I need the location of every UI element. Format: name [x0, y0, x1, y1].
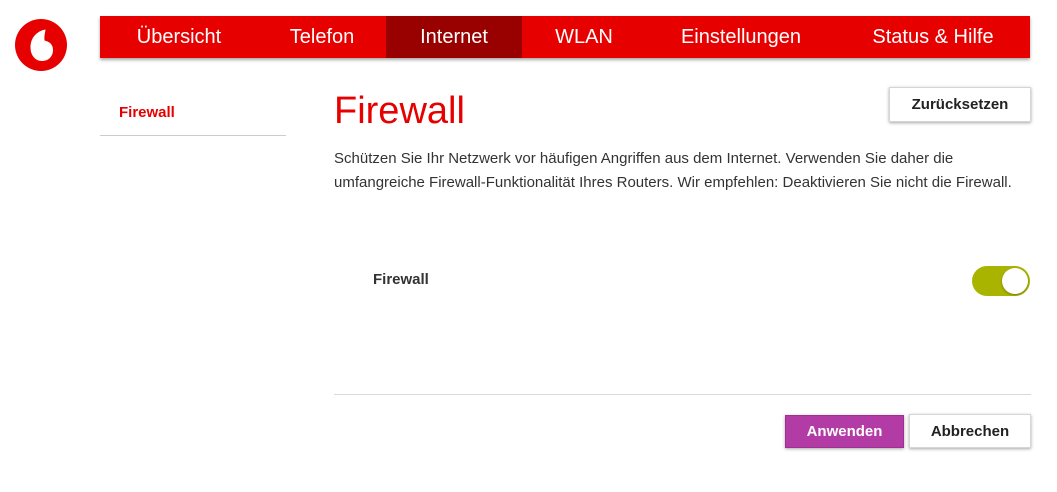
nav-tab-telefon[interactable]: Telefon: [258, 16, 386, 58]
page-title: Firewall: [334, 90, 465, 132]
firewall-toggle[interactable]: [972, 266, 1030, 296]
nav-tab-internet[interactable]: Internet: [386, 16, 522, 58]
vodafone-logo: [15, 19, 67, 71]
page-description: Schützen Sie Ihr Netzwerk vor häufigen A…: [334, 150, 1012, 191]
nav-tab-einstellungen[interactable]: Einstellungen: [646, 16, 836, 58]
apply-button[interactable]: Anwenden: [785, 415, 904, 448]
toggle-knob: [1002, 268, 1028, 294]
nav-tab-uebersicht[interactable]: Übersicht: [100, 16, 258, 58]
reset-button[interactable]: Zurücksetzen: [889, 87, 1031, 122]
nav-tab-wlan[interactable]: WLAN: [522, 16, 646, 58]
firewall-toggle-label: Firewall: [373, 271, 429, 288]
main-nav: Übersicht Telefon Internet WLAN Einstell…: [100, 16, 1030, 58]
nav-tab-status-hilfe[interactable]: Status & Hilfe: [836, 16, 1030, 58]
sidebar-item-firewall[interactable]: Firewall: [100, 88, 286, 136]
cancel-button[interactable]: Abbrechen: [909, 414, 1031, 448]
divider: [334, 394, 1031, 395]
sidebar-item-label: Firewall: [119, 104, 175, 121]
